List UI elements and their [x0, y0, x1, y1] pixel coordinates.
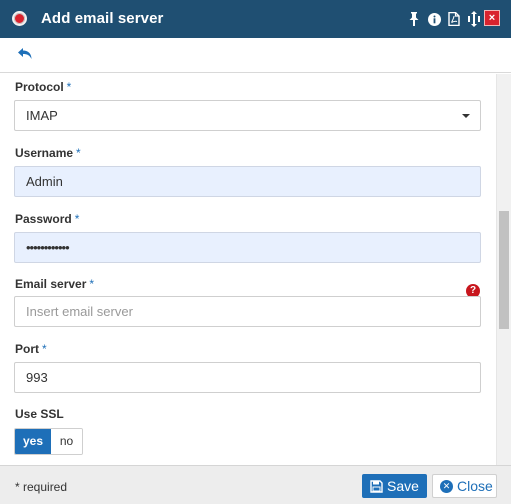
ssl-no-option[interactable]: no	[51, 429, 82, 454]
info-icon[interactable]	[427, 11, 441, 27]
window-close-button[interactable]: ×	[484, 10, 500, 26]
titlebar-actions	[407, 10, 481, 28]
use-ssl-label: Use SSL	[15, 407, 64, 421]
password-input[interactable]: ••••••••••••	[14, 232, 481, 263]
save-button[interactable]: Save	[362, 474, 427, 498]
dialog-footer: * required Save ✕ Close	[0, 465, 511, 504]
username-input[interactable]: Admin	[14, 166, 481, 197]
protocol-label: Protocol *	[15, 80, 72, 94]
pdf-icon[interactable]	[447, 11, 461, 27]
dropdown-caret-icon	[462, 114, 470, 118]
protocol-select[interactable]: IMAP	[14, 100, 481, 131]
email-server-label: Email server *	[15, 277, 95, 291]
pin-icon[interactable]	[407, 11, 421, 27]
close-button[interactable]: ✕ Close	[432, 474, 497, 498]
status-dot-icon	[12, 11, 27, 26]
toolbar	[0, 38, 511, 73]
password-label: Password *	[15, 212, 80, 226]
form-scroll-area[interactable]	[0, 74, 511, 465]
port-input[interactable]: 993	[14, 362, 481, 393]
ssl-yes-option[interactable]: yes	[15, 429, 51, 454]
resize-icon[interactable]	[467, 11, 481, 27]
close-circle-icon: ✕	[440, 479, 453, 493]
save-icon	[370, 479, 383, 493]
use-ssl-toggle[interactable]: yes no	[14, 428, 83, 455]
scrollbar-thumb[interactable]	[499, 211, 509, 329]
window-titlebar: Add email server ×	[0, 0, 511, 38]
username-label: Username *	[15, 146, 81, 160]
back-arrow-icon[interactable]	[17, 47, 35, 63]
port-label: Port *	[15, 342, 47, 356]
vertical-scrollbar[interactable]	[496, 74, 511, 465]
email-server-input[interactable]: Insert email server	[14, 296, 481, 327]
required-note: * required	[15, 480, 68, 494]
window-title: Add email server	[41, 10, 164, 27]
